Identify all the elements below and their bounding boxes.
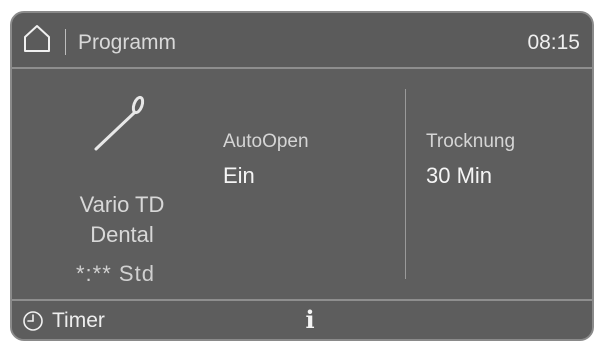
program-duration: *:** Std [76,261,155,286]
page-title: Programm [78,31,177,54]
header-bar: Programm 08:15 [12,13,592,69]
drying-value[interactable]: 30 Min [426,163,492,189]
program-name-line2: Dental [90,222,154,247]
footer-bar: Timer i [12,299,592,339]
timer-label: Timer [52,309,105,332]
home-icon [24,25,50,52]
main-panel: Vario TD Dental *:** Std AutoOpen Ein Tr… [12,69,592,301]
header-separator [65,29,66,55]
dental-instrument-icon [94,95,145,151]
info-button[interactable]: i [299,304,321,336]
autoopen-value[interactable]: Ein [223,163,255,189]
home-button[interactable] [22,23,58,59]
program-name-line1: Vario TD [79,192,165,217]
drying-label: Trocknung [426,131,516,152]
clock-time: 08:15 [527,31,580,54]
timer-button[interactable]: Timer [22,307,105,335]
column-divider [405,89,406,279]
clock-icon [23,311,43,331]
info-icon: i [305,305,315,334]
autoopen-label: AutoOpen [223,131,309,152]
display-screen: Programm 08:15 Vario TD Dental *:** Std … [10,11,594,341]
